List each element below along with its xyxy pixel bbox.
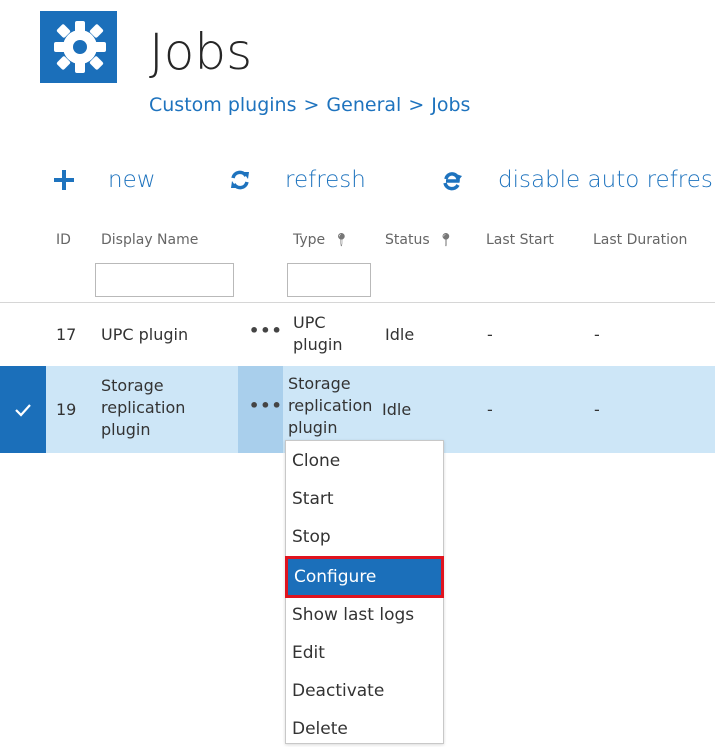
row-type-line: replication: [288, 396, 373, 415]
column-header-last-duration[interactable]: Last Duration: [593, 231, 687, 249]
menu-item-deactivate[interactable]: Deactivate: [286, 673, 443, 709]
row-name-line: replication: [101, 398, 186, 417]
app-logo-gear-icon: [40, 11, 117, 83]
row-status: Idle: [385, 325, 415, 344]
column-header-type[interactable]: Type 📍︎: [293, 231, 350, 250]
menu-item-clone[interactable]: Clone: [286, 443, 443, 479]
row-last-start: -: [487, 400, 493, 419]
row-select-checkbox[interactable]: [0, 366, 46, 453]
refresh-button[interactable]: refresh: [285, 166, 366, 194]
column-header-display-name[interactable]: Display Name: [101, 231, 198, 249]
row-type: UPC plugin: [293, 312, 342, 356]
breadcrumb-separator: >: [303, 94, 320, 116]
row-type-line: Storage: [288, 374, 351, 393]
row-type-line: plugin: [288, 418, 338, 437]
breadcrumb: Custom plugins > General > Jobs: [149, 92, 470, 118]
breadcrumb-item-general[interactable]: General: [326, 94, 401, 116]
ellipsis-icon: •••: [249, 396, 283, 415]
refresh-icon[interactable]: [229, 169, 251, 191]
auto-refresh-icon[interactable]: [441, 170, 463, 192]
menu-item-edit[interactable]: Edit: [286, 635, 443, 671]
row-type-line: plugin: [293, 335, 343, 354]
row-name-line: Storage: [101, 376, 164, 395]
menu-item-configure[interactable]: Configure: [285, 556, 444, 598]
column-header-last-start[interactable]: Last Start: [486, 231, 554, 249]
row-type-line: UPC: [293, 313, 326, 332]
checkmark-icon: [15, 404, 31, 417]
row-display-name: UPC plugin: [101, 325, 189, 344]
page-title: Jobs: [149, 23, 253, 81]
breadcrumb-item-jobs[interactable]: Jobs: [431, 94, 470, 116]
ellipsis-icon[interactable]: •••: [249, 321, 283, 340]
row-last-duration: -: [594, 400, 600, 419]
menu-item-start[interactable]: Start: [286, 481, 443, 517]
row-id: 19: [56, 400, 77, 419]
column-header-status[interactable]: Status 📍︎: [385, 231, 454, 250]
breadcrumb-item-custom-plugins[interactable]: Custom plugins: [149, 94, 297, 116]
context-menu: Clone Start Stop Configure Show last log…: [285, 440, 444, 744]
breadcrumb-separator: >: [408, 94, 425, 116]
row-id: 17: [56, 325, 77, 344]
display-name-filter-input[interactable]: [95, 263, 234, 297]
pin-icon[interactable]: 📍︎: [438, 233, 455, 248]
column-header-type-label: Type: [293, 232, 326, 248]
column-header-id[interactable]: ID: [56, 231, 71, 249]
row-status: Idle: [382, 400, 412, 419]
menu-item-stop[interactable]: Stop: [286, 519, 443, 555]
disable-auto-refresh-button[interactable]: disable auto refres: [498, 166, 713, 194]
pin-icon[interactable]: 📍︎: [333, 233, 350, 248]
new-button[interactable]: new: [108, 166, 156, 194]
row-last-start: -: [487, 325, 493, 344]
column-header-status-label: Status: [385, 232, 430, 248]
row-type: Storage replication plugin: [288, 373, 372, 439]
menu-item-delete[interactable]: Delete: [286, 711, 443, 747]
row-last-duration: -: [594, 325, 600, 344]
menu-item-show-last-logs[interactable]: Show last logs: [286, 597, 443, 633]
row-name-line: plugin: [101, 420, 151, 439]
row-display-name: Storage replication plugin: [101, 375, 185, 441]
type-filter-input[interactable]: [287, 263, 371, 297]
row-menu-button[interactable]: •••: [238, 366, 283, 453]
plus-icon[interactable]: [52, 168, 76, 192]
